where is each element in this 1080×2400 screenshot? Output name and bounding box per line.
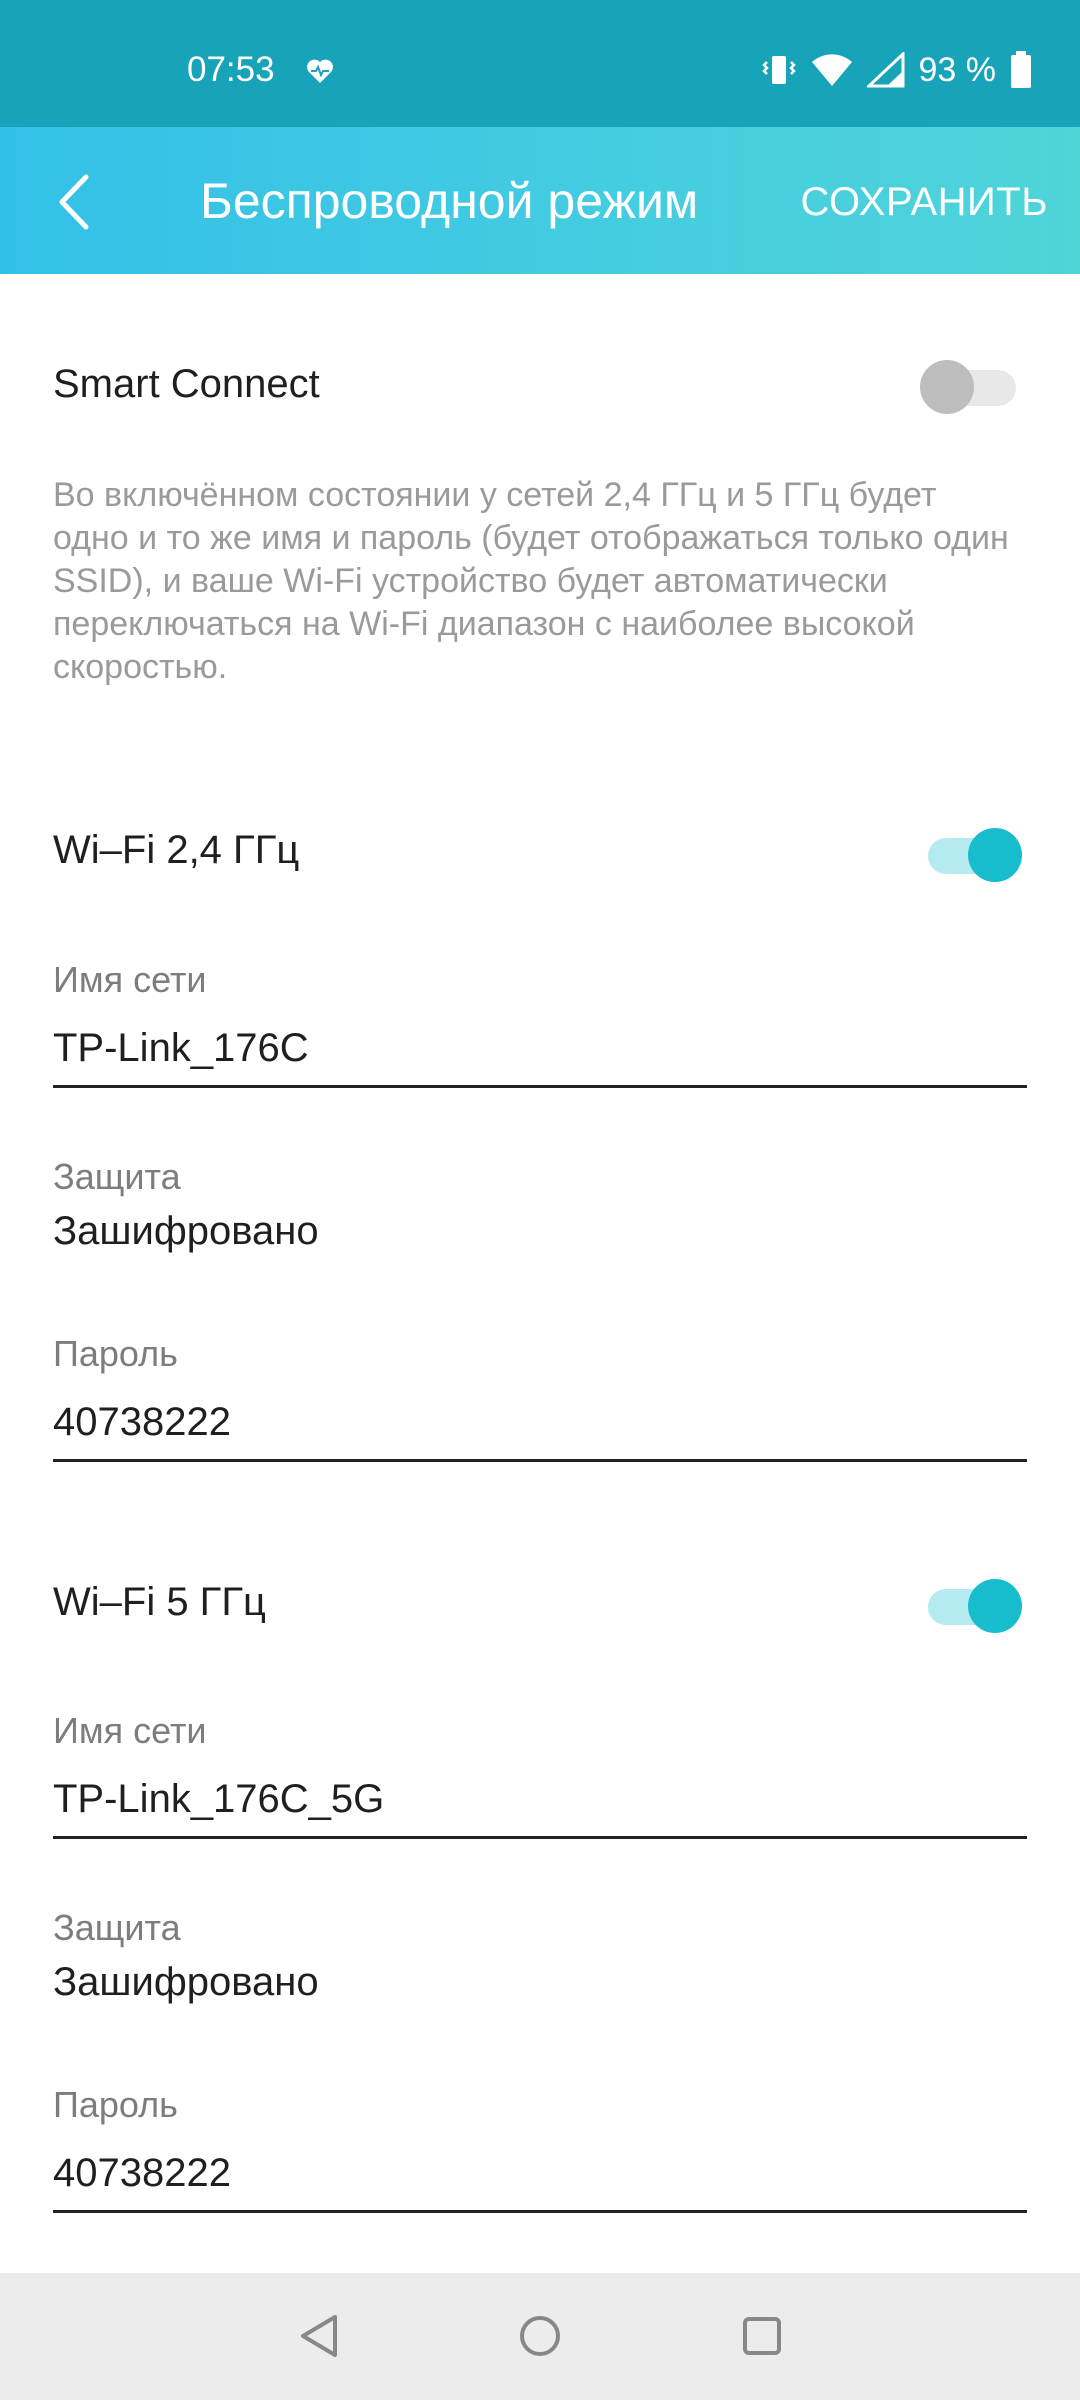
smart-connect-toggle[interactable] [920, 352, 1016, 414]
vibrate-icon [761, 56, 796, 84]
save-button[interactable]: СОХРАНИТЬ [800, 178, 1048, 226]
smart-connect-label: Smart Connect [53, 362, 320, 406]
wifi-5-toggle[interactable] [920, 1571, 1022, 1633]
wifi-24-security-value[interactable]: Зашифровано [53, 1207, 319, 1255]
wifi-24-password-underline [53, 1459, 1027, 1462]
wifi-5-password-underline [53, 2210, 1027, 2213]
status-icons: 93 % [761, 48, 1033, 92]
toggle-thumb [920, 360, 974, 414]
home-circle-icon[interactable] [515, 2311, 565, 2361]
wifi-24-label: Wi–Fi 2,4 ГГц [53, 828, 300, 872]
wifi-5-label: Wi–Fi 5 ГГц [53, 1580, 266, 1624]
wifi-24-password-input[interactable]: 40738222 [53, 1398, 231, 1446]
signal-icon [866, 52, 904, 88]
app-bar: Беспроводной режим СОХРАНИТЬ [0, 127, 1080, 274]
wifi-24-password-label: Пароль [53, 1333, 178, 1374]
status-time: 07:53 [187, 50, 275, 89]
wifi-24-ssid-label: Имя сети [53, 959, 207, 1000]
wifi-24-ssid-input[interactable]: TP-Link_176C [53, 1024, 309, 1072]
toggle-thumb [968, 1579, 1022, 1633]
wifi-icon [811, 54, 852, 86]
toggle-thumb [968, 828, 1022, 882]
wifi-5-ssid-underline [53, 1836, 1027, 1839]
wifi-24-security-label: Защита [53, 1156, 181, 1197]
wifi-24-ssid-underline [53, 1085, 1027, 1088]
back-triangle-icon[interactable] [295, 2311, 345, 2361]
heart-monitor-icon [307, 59, 333, 83]
wifi-5-security-value[interactable]: Зашифровано [53, 1958, 319, 2006]
status-bar: 07:53 93 % [0, 0, 1080, 127]
recents-square-icon[interactable] [737, 2311, 787, 2361]
wifi-5-password-input[interactable]: 40738222 [53, 2149, 231, 2197]
wifi-5-ssid-label: Имя сети [53, 1710, 207, 1751]
wifi-24-toggle[interactable] [920, 820, 1022, 882]
wifi-5-security-label: Защита [53, 1907, 181, 1948]
chevron-left-icon[interactable] [48, 167, 108, 237]
smart-connect-description: Во включённом состоянии у сетей 2,4 ГГц … [53, 476, 1009, 686]
wifi-5-password-label: Пароль [53, 2084, 178, 2125]
page-title: Беспроводной режим [200, 173, 699, 229]
battery-icon [1011, 51, 1031, 88]
battery-percent: 93 % [918, 50, 997, 89]
wifi-5-ssid-input[interactable]: TP-Link_176C_5G [53, 1775, 384, 1823]
system-nav-bar [0, 2273, 1080, 2400]
